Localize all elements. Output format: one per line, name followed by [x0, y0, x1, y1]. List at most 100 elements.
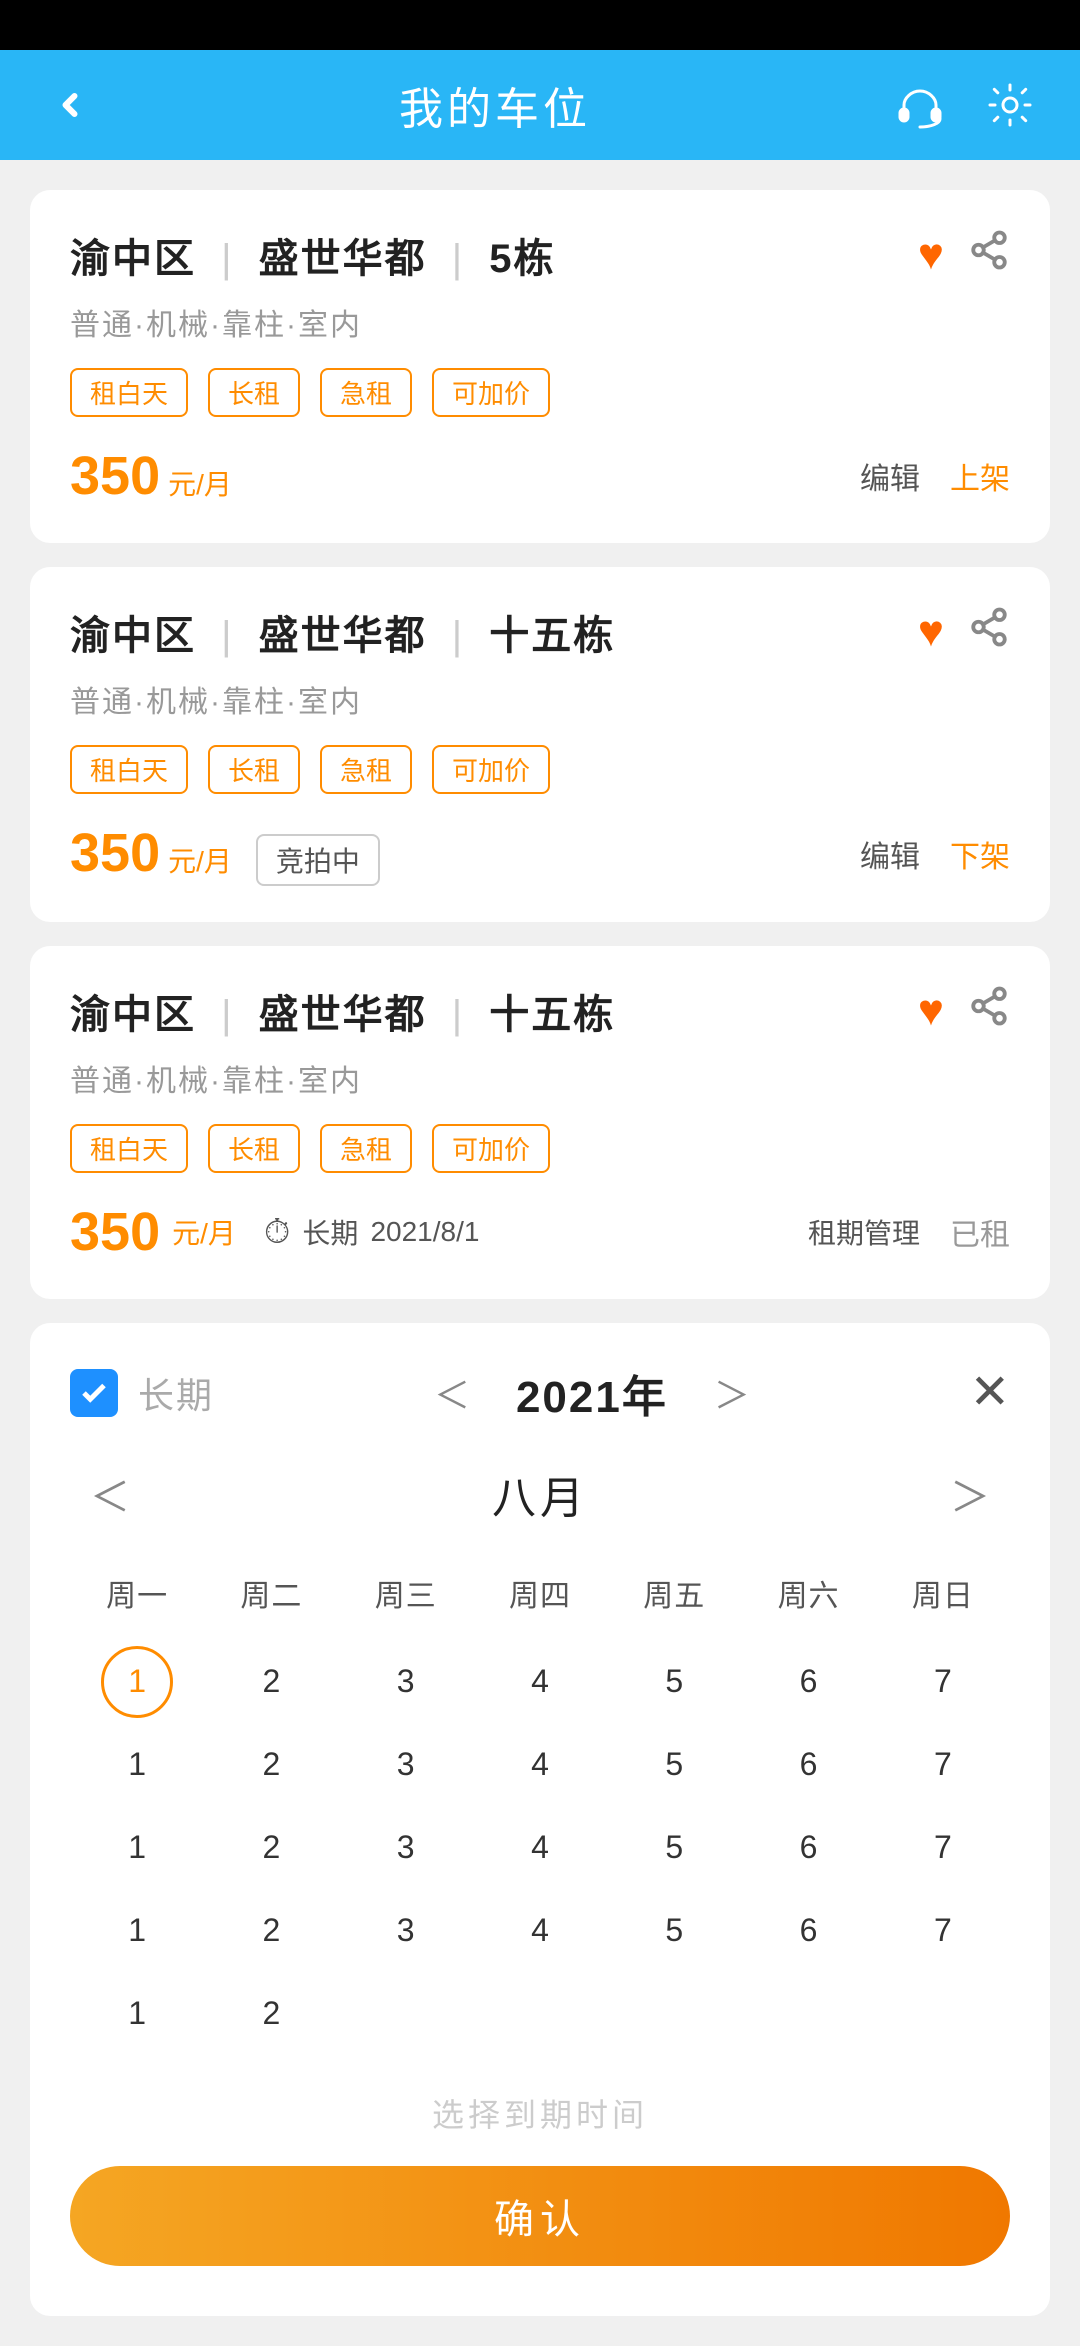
weekday-4: 周五 [607, 1561, 741, 1625]
calendar-panel: 长期 ＜ 2021年 ＞ ✕ ＜ 八月 ＞ 周一 周二 周三 周四 周五 周六 … [30, 1323, 1050, 2316]
calendar-day[interactable]: 7 [876, 1811, 1010, 1884]
card-1-tags: 租白天 长租 急租 可加价 [70, 368, 1010, 417]
calendar-day [339, 1977, 473, 2050]
tag-2: 急租 [320, 368, 412, 417]
calendar-day[interactable]: 1 [101, 1646, 173, 1718]
tag-1: 长租 [208, 1124, 300, 1173]
card-3-rent-info: 350 元/月 ⏱ 长期 2021/8/1 [70, 1201, 479, 1263]
parking-card-2: 渝中区 | 盛世华都 | 十五栋 ♥ 普通·机械·靠柱·室内 租白天 长租 急租 [30, 567, 1050, 922]
calendar-day [741, 1977, 875, 2050]
weekday-5: 周六 [741, 1561, 875, 1625]
card-2-icons: ♥ [918, 606, 1010, 658]
calendar-day [876, 1977, 1010, 2050]
shelve-button-1[interactable]: 上架 [950, 454, 1010, 498]
calendar-day[interactable]: 3 [339, 1645, 473, 1718]
year-nav: ＜ 2021年 ＞ [418, 1359, 766, 1427]
calendar-day[interactable]: 6 [741, 1894, 875, 1967]
calendar-day[interactable]: 6 [741, 1645, 875, 1718]
calendar-day[interactable]: 2 [204, 1894, 338, 1967]
favorite-icon[interactable]: ♥ [918, 230, 944, 280]
tag-3: 可加价 [432, 368, 550, 417]
year-label: 2021年 [516, 1361, 668, 1425]
edit-button-2[interactable]: 编辑 [860, 832, 920, 876]
calendar-day[interactable]: 7 [876, 1645, 1010, 1718]
calendar-day[interactable]: 2 [204, 1645, 338, 1718]
calendar-day[interactable]: 1 [70, 1728, 204, 1801]
year-prev-button[interactable]: ＜ [418, 1359, 486, 1427]
calendar-day[interactable]: 3 [339, 1811, 473, 1884]
calendar-day[interactable]: 5 [607, 1728, 741, 1801]
card-1-bottom: 350 元/月 编辑 上架 [70, 445, 1010, 507]
tag-2: 急租 [320, 745, 412, 794]
rent-date: 2021/8/1 [370, 1216, 479, 1248]
settings-button[interactable] [980, 75, 1040, 135]
share-icon[interactable] [968, 229, 1010, 281]
month-prev-button[interactable]: ＜ [70, 1457, 150, 1531]
card-1-actions: 编辑 上架 [860, 454, 1010, 498]
month-nav: ＜ 八月 ＞ [70, 1457, 1010, 1531]
calendar-day[interactable]: 1 [70, 1894, 204, 1967]
card-2-title: 渝中区 | 盛世华都 | 十五栋 [70, 603, 615, 661]
price-unit: 元/月 [168, 463, 232, 503]
share-icon-2[interactable] [968, 606, 1010, 658]
back-button[interactable] [40, 75, 100, 135]
calendar-day[interactable]: 6 [741, 1728, 875, 1801]
card-1-icons: ♥ [918, 229, 1010, 281]
card-1-title: 渝中区 | 盛世华都 | 5栋 [70, 226, 556, 284]
select-date-hint: 选择到期时间 [70, 2090, 1010, 2136]
long-term-checkbox[interactable] [70, 1369, 118, 1417]
card-3-actions: 租期管理 已租 [808, 1210, 1010, 1254]
calendar-day[interactable]: 5 [607, 1811, 741, 1884]
price-number-3: 350 [70, 1201, 160, 1263]
calendar-day[interactable]: 1 [70, 1977, 204, 2050]
calendar-header: 长期 ＜ 2021年 ＞ ✕ [70, 1359, 1010, 1427]
calendar-day[interactable]: 6 [741, 1811, 875, 1884]
weekday-3: 周四 [473, 1561, 607, 1625]
weekday-6: 周日 [876, 1561, 1010, 1625]
calendar-day[interactable]: 2 [204, 1977, 338, 2050]
card-2-tags: 租白天 长租 急租 可加价 [70, 745, 1010, 794]
calendar-day[interactable]: 5 [607, 1645, 741, 1718]
status-bar [0, 0, 1080, 50]
card-3-tags: 租白天 长租 急租 可加价 [70, 1124, 1010, 1173]
calendar-day[interactable]: 4 [473, 1728, 607, 1801]
down-button-2[interactable]: 下架 [950, 832, 1010, 876]
tag-2: 急租 [320, 1124, 412, 1173]
card-3-subtitle: 普通·机械·靠柱·室内 [70, 1056, 1010, 1100]
month-next-button[interactable]: ＞ [930, 1457, 1010, 1531]
calendar-day[interactable]: 3 [339, 1728, 473, 1801]
parking-card-1: 渝中区 | 盛世华都 | 5栋 ♥ 普通·机械·靠柱·室内 租白天 长租 急租 [30, 190, 1050, 543]
confirm-button[interactable]: 确认 [70, 2166, 1010, 2266]
tag-0: 租白天 [70, 368, 188, 417]
checkbox-label: 长期 [138, 1367, 214, 1419]
weekday-headers: 周一 周二 周三 周四 周五 周六 周日 [70, 1561, 1010, 1625]
rent-manage-button[interactable]: 租期管理 [808, 1212, 920, 1252]
card-2-actions: 编辑 下架 [860, 832, 1010, 876]
calendar-day[interactable]: 7 [876, 1728, 1010, 1801]
tag-3: 可加价 [432, 745, 550, 794]
price-unit-2: 元/月 [168, 840, 232, 880]
calendar-day[interactable]: 4 [473, 1894, 607, 1967]
calendar-day[interactable]: 3 [339, 1894, 473, 1967]
edit-button-1[interactable]: 编辑 [860, 454, 920, 498]
calendar-day[interactable]: 5 [607, 1894, 741, 1967]
favorite-icon-3[interactable]: ♥ [918, 986, 944, 1036]
calendar-day[interactable]: 7 [876, 1894, 1010, 1967]
price-unit-3: 元/月 [172, 1212, 236, 1252]
tag-1: 长租 [208, 368, 300, 417]
calendar-day [607, 1977, 741, 2050]
calendar-day[interactable]: 2 [204, 1811, 338, 1884]
calendar-day[interactable]: 2 [204, 1728, 338, 1801]
tag-0: 租白天 [70, 745, 188, 794]
card-2-subtitle: 普通·机械·靠柱·室内 [70, 677, 1010, 721]
favorite-icon-2[interactable]: ♥ [918, 607, 944, 657]
month-label: 八月 [492, 1462, 588, 1526]
close-calendar-button[interactable]: ✕ [970, 1369, 1010, 1417]
year-next-button[interactable]: ＞ [698, 1359, 766, 1427]
calendar-day[interactable]: 4 [473, 1811, 607, 1884]
calendar-day[interactable]: 4 [473, 1645, 607, 1718]
customer-service-button[interactable] [890, 75, 950, 135]
calendar-day[interactable]: 1 [70, 1811, 204, 1884]
share-icon-3[interactable] [968, 985, 1010, 1037]
calendar-days: 123456712345671234567123456712 [70, 1645, 1010, 2050]
